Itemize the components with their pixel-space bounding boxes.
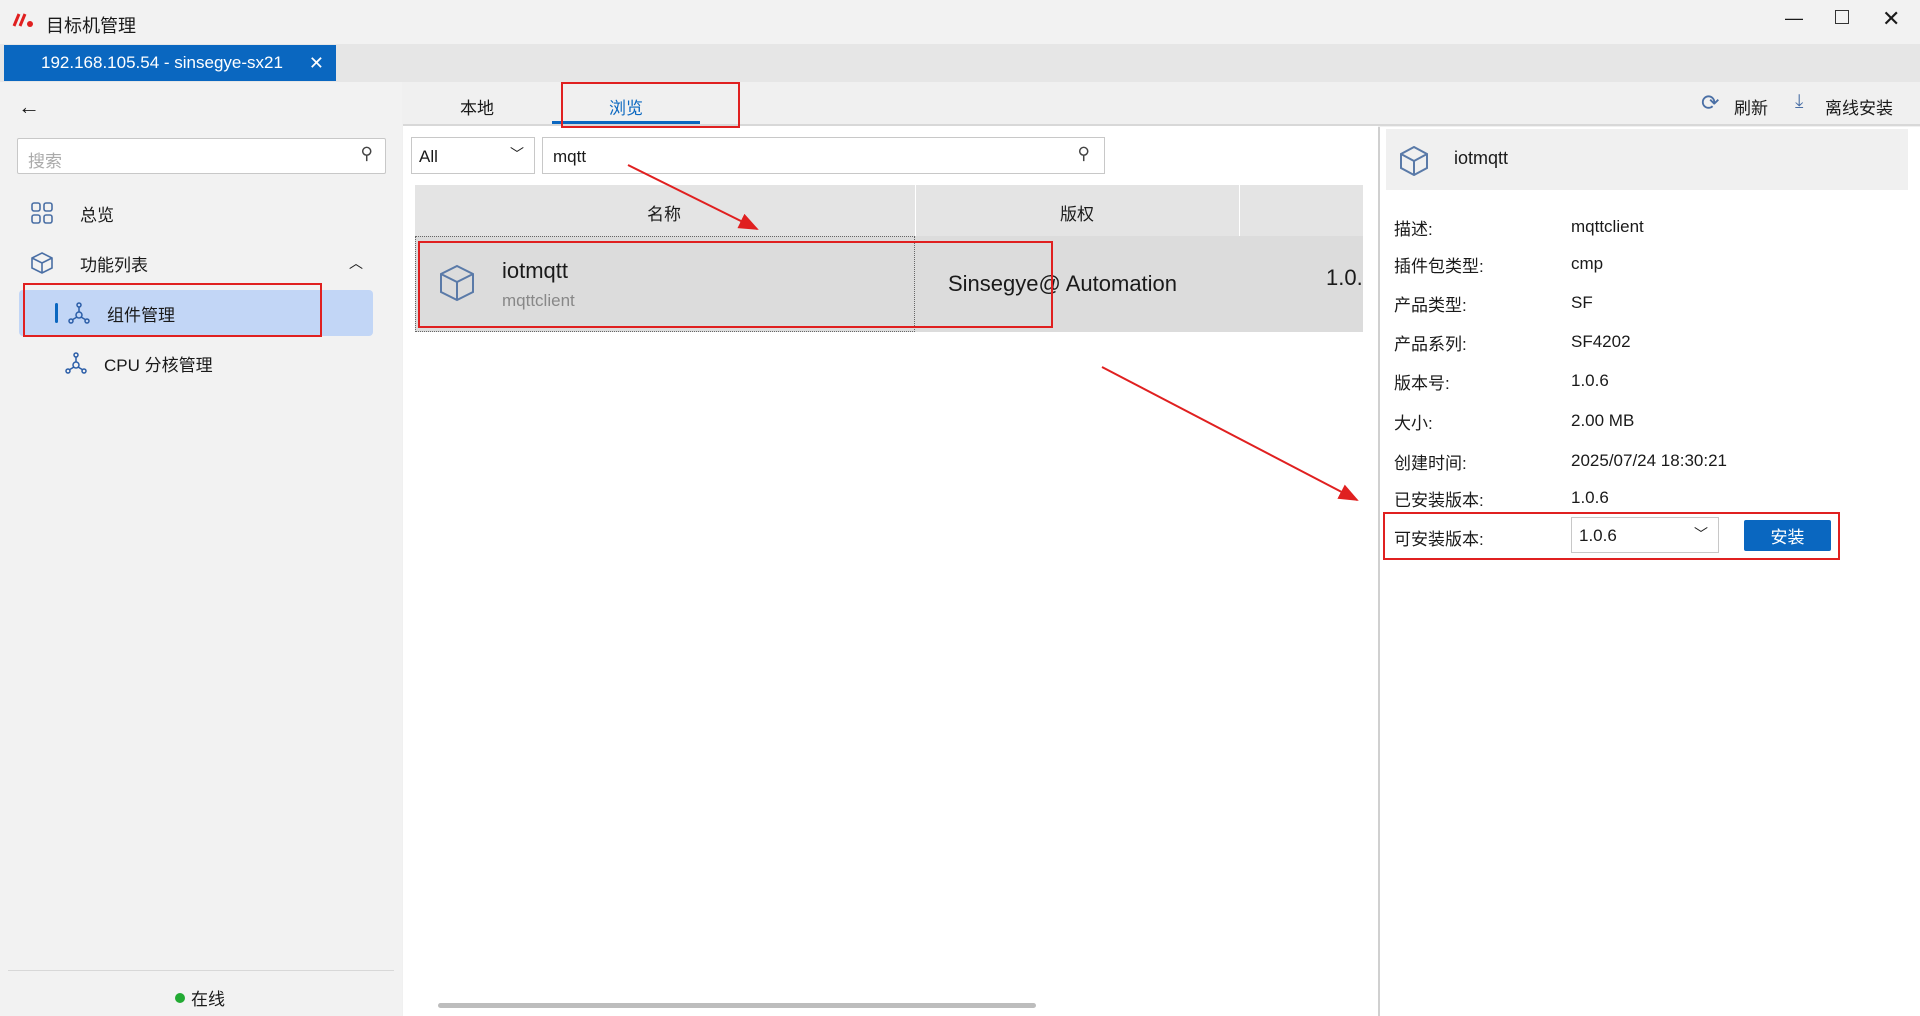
field-value: SF	[1571, 293, 1593, 312]
title-bar: 目标机管理 — ✕	[0, 0, 1920, 44]
connection-status: 在线	[175, 985, 225, 1010]
field-value: 2.00 MB	[1571, 411, 1635, 430]
category-select[interactable]: All ﹀	[411, 137, 535, 174]
minimize-button[interactable]: —	[1785, 8, 1803, 29]
sidebar-item-feature-list[interactable]: 功能列表 ︿	[28, 240, 373, 286]
node-graph-icon	[65, 352, 87, 374]
column-header-copyright[interactable]: 版权	[1060, 200, 1094, 225]
column-header-name[interactable]: 名称	[647, 200, 681, 225]
annotation-box	[561, 82, 740, 128]
field-label: 大小:	[1394, 414, 1433, 433]
back-arrow-icon[interactable]: ←	[18, 94, 40, 120]
sidebar-item-cpu-core-management[interactable]: CPU 分核管理	[28, 340, 373, 386]
refresh-button[interactable]: 刷新	[1734, 94, 1768, 119]
window-title: 目标机管理	[46, 16, 136, 36]
chevron-up-icon[interactable]: ︿	[349, 253, 363, 273]
refresh-icon[interactable]: ⟳	[1701, 90, 1719, 116]
sidebar-item-label: 功能列表	[80, 255, 148, 275]
sidebar-item-label: 总览	[80, 205, 114, 225]
sidebar-search-input[interactable]: 搜索 ⚲	[17, 138, 386, 174]
annotation-box	[418, 241, 1053, 328]
field-label: 描述:	[1394, 220, 1433, 239]
field-label: 产品系列:	[1394, 335, 1467, 354]
annotation-box	[23, 283, 322, 337]
divider	[915, 185, 916, 236]
field-value: 1.0.6	[1571, 488, 1609, 507]
field-value: 1.0.6	[1571, 371, 1609, 390]
search-placeholder: 搜索	[28, 152, 62, 171]
restore-button[interactable]	[1835, 10, 1849, 24]
field-value: mqttclient	[1571, 217, 1644, 236]
table-header: 名称 版权	[415, 185, 1363, 236]
cube-icon	[31, 252, 53, 274]
details-panel: iotmqtt 描述: mqttclient 插件包类型: cmp 产品类型: SF 产品系…	[1378, 127, 1920, 1016]
field-label: 创建时间:	[1394, 454, 1467, 473]
details-title: iotmqtt	[1454, 148, 1509, 168]
field-label: 已安装版本:	[1394, 491, 1484, 510]
tab-local[interactable]: 本地	[460, 94, 494, 119]
chevron-down-icon: ﹀	[510, 146, 524, 162]
connection-tab-label: 192.168.105.54 - sinsegye-sx21	[41, 53, 283, 72]
field-label: 产品类型:	[1394, 296, 1467, 315]
online-dot-icon	[175, 992, 185, 1003]
sidebar-item-overview[interactable]: 总览	[28, 190, 373, 236]
grid-icon	[31, 202, 53, 224]
field-value: 2025/07/24 18:30:21	[1571, 451, 1727, 470]
package-search-input[interactable]: mqtt ⚲	[542, 137, 1105, 174]
annotation-box	[1383, 512, 1840, 560]
field-value: SF4202	[1571, 332, 1631, 351]
close-window-button[interactable]: ✕	[1882, 6, 1900, 32]
status-label: 在线	[191, 990, 225, 1009]
offline-install-button[interactable]: 离线安装	[1825, 94, 1893, 119]
search-value: mqtt	[553, 147, 587, 166]
sidebar-item-label: CPU 分核管理	[104, 355, 213, 375]
app-logo-icon	[12, 13, 33, 27]
sidebar: ← 搜索 ⚲ 总览 功能列表 ︿ 组件管理 CPU 分核管理 在线	[0, 82, 402, 1016]
connection-tab[interactable]: 192.168.105.54 - sinsegye-sx21 ✕	[4, 45, 336, 81]
field-label: 版本号:	[1394, 374, 1450, 393]
download-icon[interactable]: ⤓	[1795, 91, 1803, 113]
package-version: 1.0.	[1326, 265, 1363, 290]
search-icon: ⚲	[360, 144, 373, 163]
package-cube-icon	[1400, 146, 1428, 176]
category-value: All	[419, 147, 438, 166]
field-value: cmp	[1571, 254, 1604, 273]
divider	[1239, 185, 1240, 236]
details-header: iotmqtt	[1386, 129, 1908, 190]
search-icon: ⚲	[1077, 144, 1090, 163]
divider	[8, 970, 394, 971]
field-label: 插件包类型:	[1394, 257, 1484, 276]
close-tab-icon[interactable]: ✕	[309, 53, 324, 74]
horizontal-scrollbar[interactable]	[438, 1003, 1036, 1008]
